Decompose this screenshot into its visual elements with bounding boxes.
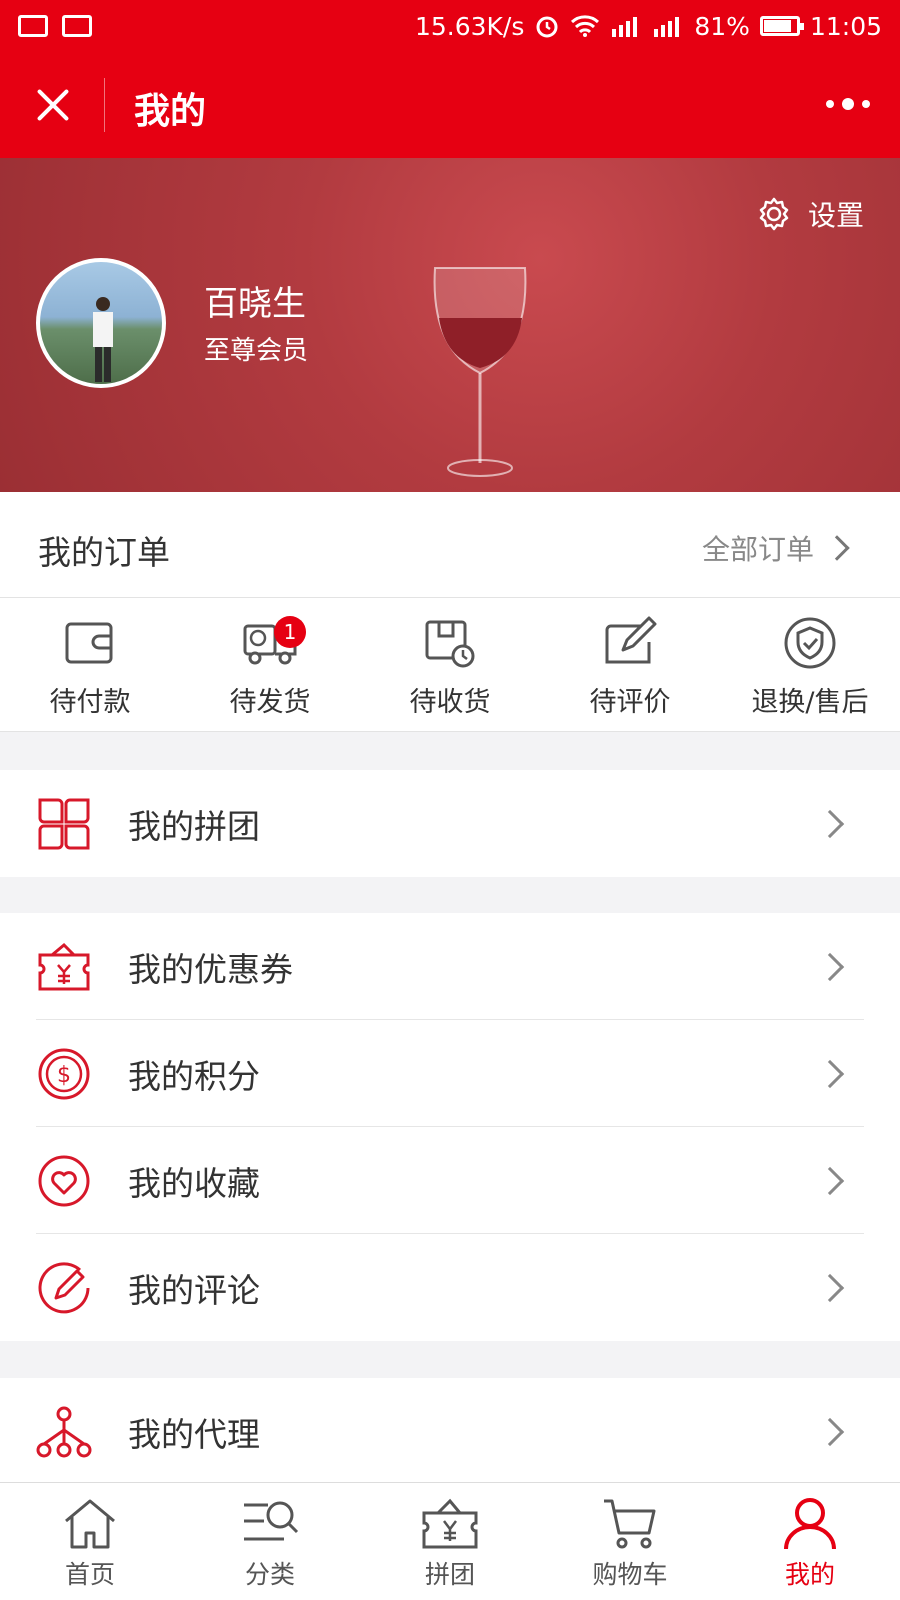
- menu-item-label: 我的收藏: [128, 1163, 260, 1203]
- group-buy-icon: [422, 1498, 478, 1549]
- menu-item-group-buy[interactable]: 我的拼团: [0, 770, 900, 877]
- network-speed: 15.63K/s: [414, 11, 525, 41]
- all-orders-link[interactable]: 全部订单: [701, 528, 850, 568]
- menu-group-groupbuy: 我的拼团: [0, 770, 900, 877]
- tab-group-buy[interactable]: 拼团: [360, 1483, 540, 1600]
- order-tab-after-sales[interactable]: 退换/售后: [720, 598, 900, 731]
- tab-label: 分类: [244, 1560, 295, 1589]
- member-level: 至尊会员: [204, 336, 309, 366]
- pending-shipment-badge: 1: [274, 616, 306, 648]
- coupon-icon: [38, 942, 90, 990]
- battery-icon: [759, 16, 804, 36]
- menu-item-comments[interactable]: 我的评论: [0, 1234, 900, 1341]
- menu-item-label: 我的优惠券: [128, 949, 293, 989]
- battery-percent: 81%: [694, 11, 750, 41]
- chevron-right-icon: [824, 535, 850, 561]
- chevron-right-icon: [815, 952, 845, 981]
- user-name: 百晓生: [204, 284, 306, 324]
- group-buy-petals-icon: [38, 798, 90, 849]
- menu-item-label: 我的评论: [128, 1270, 260, 1310]
- cart-icon: [604, 1499, 656, 1549]
- edit-review-icon: [605, 616, 657, 664]
- order-tab-label: 退换/售后: [751, 687, 869, 718]
- pencil-comment-icon: [38, 1261, 90, 1313]
- tab-label: 我的: [784, 1560, 835, 1589]
- tab-category[interactable]: 分类: [180, 1483, 360, 1600]
- menu-item-coupons[interactable]: 我的优惠券: [0, 913, 900, 1020]
- tab-label: 首页: [64, 1560, 115, 1589]
- order-tab-label: 待发货: [229, 687, 311, 718]
- order-tab-pending-review[interactable]: 待评价: [540, 598, 720, 731]
- order-tab-label: 待评价: [589, 687, 671, 718]
- close-icon[interactable]: [30, 82, 76, 128]
- order-tab-pending-payment[interactable]: 待付款: [0, 598, 180, 731]
- my-orders-title: 我的订单: [38, 533, 170, 572]
- settings-button[interactable]: 设置: [756, 194, 864, 234]
- settings-label: 设置: [807, 199, 864, 232]
- menu-item-label: 我的拼团: [128, 806, 260, 846]
- chevron-right-icon: [815, 1273, 845, 1302]
- more-options-icon[interactable]: [826, 98, 870, 110]
- nav-bar: 我的: [0, 52, 900, 158]
- menu-item-agent[interactable]: 我的代理: [0, 1378, 900, 1485]
- chevron-right-icon: [815, 809, 845, 838]
- profile-icon: [784, 1498, 836, 1550]
- order-tab-label: 待收货: [409, 687, 491, 718]
- gear-icon: [759, 197, 789, 231]
- order-status-tabs: 待付款 1 待发货 待收货 待评价 退换/售后: [0, 598, 900, 732]
- category-search-icon: [244, 1501, 299, 1541]
- avatar-person-image: [93, 297, 113, 382]
- wine-glass-decoration: [433, 267, 527, 477]
- image-notification-icon: [62, 15, 92, 37]
- bottom-tab-bar: 首页 分类 拼团 购物车 我的: [0, 1482, 900, 1600]
- status-bar: 15.63K/s 81% 11:05: [0, 0, 900, 52]
- order-tab-pending-shipment[interactable]: 1 待发货: [180, 598, 360, 731]
- svg-text:$: $: [57, 1063, 71, 1088]
- menu-item-favorites[interactable]: 我的收藏: [0, 1127, 900, 1234]
- clock: 11:05: [809, 11, 882, 41]
- heart-icon: [38, 1155, 90, 1206]
- signal-icon: [612, 17, 638, 37]
- all-orders-label: 全部订单: [701, 533, 814, 566]
- tab-label: 拼团: [424, 1560, 475, 1589]
- alarm-icon: [536, 16, 558, 38]
- profile-banner: 设置 百晓生 至尊会员: [0, 158, 900, 492]
- tab-label: 购物车: [592, 1560, 668, 1589]
- home-icon: [65, 1499, 115, 1549]
- order-tab-pending-receipt[interactable]: 待收货: [360, 598, 540, 731]
- my-orders-header: 我的订单 全部订单: [0, 492, 900, 598]
- tab-cart[interactable]: 购物车: [540, 1483, 720, 1600]
- message-notification-icon: [18, 15, 48, 37]
- menu-item-label: 我的代理: [128, 1414, 260, 1454]
- chevron-right-icon: [815, 1059, 845, 1088]
- order-tab-label: 待付款: [49, 687, 131, 718]
- chevron-right-icon: [815, 1417, 845, 1446]
- menu-item-points[interactable]: $ 我的积分: [0, 1020, 900, 1127]
- shield-check-icon: [784, 617, 836, 669]
- menu-group-account: 我的优惠券 $ 我的积分 我的收藏 我的评论: [0, 913, 900, 1341]
- avatar[interactable]: [36, 258, 166, 388]
- nav-divider: [104, 78, 105, 132]
- signal-icon-2: [654, 17, 680, 37]
- wifi-icon: [571, 15, 600, 37]
- menu-item-label: 我的积分: [128, 1056, 260, 1096]
- chevron-right-icon: [815, 1166, 845, 1195]
- page-title: 我的: [134, 91, 207, 132]
- agent-network-icon: [36, 1406, 92, 1457]
- tab-home[interactable]: 首页: [0, 1483, 180, 1600]
- menu-group-agent: 我的代理: [0, 1378, 900, 1485]
- wallet-icon: [65, 622, 113, 664]
- tab-profile[interactable]: 我的: [720, 1483, 900, 1600]
- points-coin-icon: $: [38, 1048, 90, 1099]
- package-clock-icon: [425, 620, 475, 668]
